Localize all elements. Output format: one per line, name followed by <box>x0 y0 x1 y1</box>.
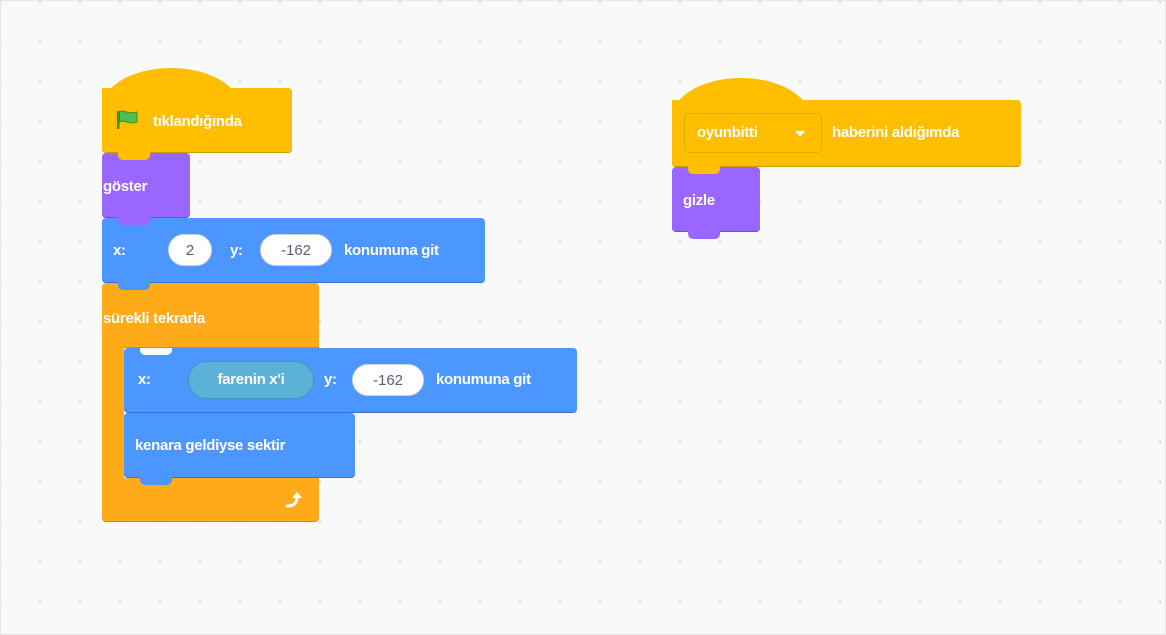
loop-arrow-icon <box>282 490 304 510</box>
when-receive-suffix: haberini aldığımda <box>832 124 960 141</box>
y-input[interactable]: -162 <box>260 234 332 266</box>
go-to-xy-block[interactable]: x: 2 y: -162 konumuna git <box>102 218 485 290</box>
inner-go-to-xy-block[interactable]: x: farenin x'i y: -162 konumuna git <box>124 348 577 412</box>
forever-side-arm[interactable] <box>102 340 124 482</box>
green-flag-icon <box>116 110 140 130</box>
inner-x-label: x: <box>138 371 151 388</box>
when-flag-label: tıklandığında <box>153 113 242 130</box>
go-to-y-label: y: <box>230 242 243 259</box>
broadcast-dropdown-value: oyunbitti <box>697 124 758 141</box>
hide-label: gizle <box>683 192 715 209</box>
show-block[interactable]: göster <box>102 153 190 225</box>
show-label: göster <box>103 178 148 195</box>
forever-label: sürekli tekrarla <box>103 310 205 327</box>
bounce-label: kenara geldiyse sektir <box>135 437 286 454</box>
x-input[interactable]: 2 <box>168 234 212 266</box>
go-to-suffix: konumuna git <box>344 242 439 259</box>
inner-y-input[interactable]: -162 <box>352 364 424 396</box>
inner-go-to-suffix: konumuna git <box>436 371 531 388</box>
mouse-x-reporter[interactable]: farenin x'i <box>188 361 314 399</box>
bounce-block[interactable]: kenara geldiyse sektir <box>124 413 355 485</box>
broadcast-dropdown[interactable]: oyunbitti <box>684 113 822 153</box>
inner-y-label: y: <box>324 371 337 388</box>
hide-block[interactable]: gizle <box>672 167 760 239</box>
chevron-down-icon <box>795 131 805 137</box>
go-to-x-label: x: <box>113 242 126 259</box>
